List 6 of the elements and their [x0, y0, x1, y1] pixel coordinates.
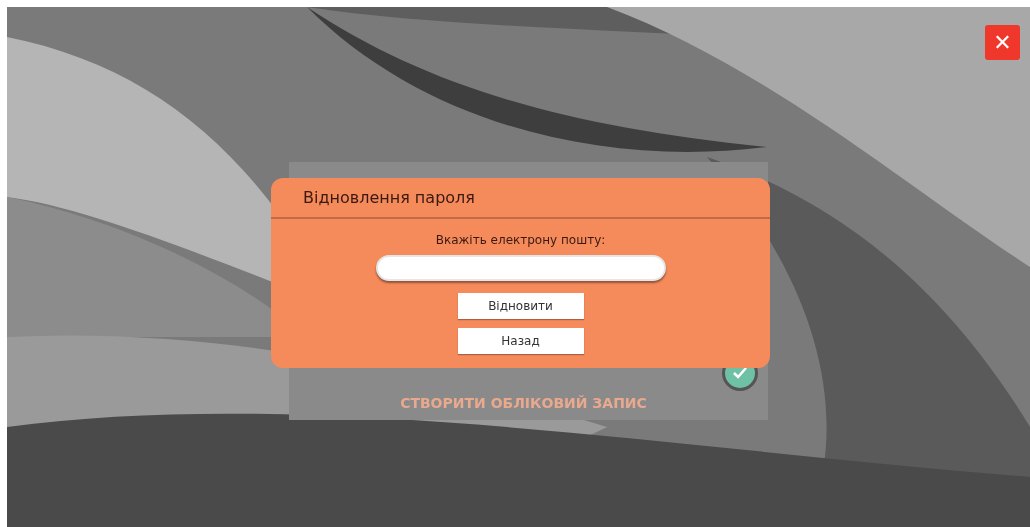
dialog-button[interactable]: Відновити — [457, 293, 584, 319]
close-button[interactable]: ✕ — [985, 25, 1020, 60]
email-field[interactable] — [375, 255, 666, 281]
dialog-button[interactable]: Назад — [457, 328, 584, 354]
email-label: Вкажіть електрону пошту: — [435, 232, 606, 249]
dialog-title: Відновлення пароля — [303, 186, 475, 209]
